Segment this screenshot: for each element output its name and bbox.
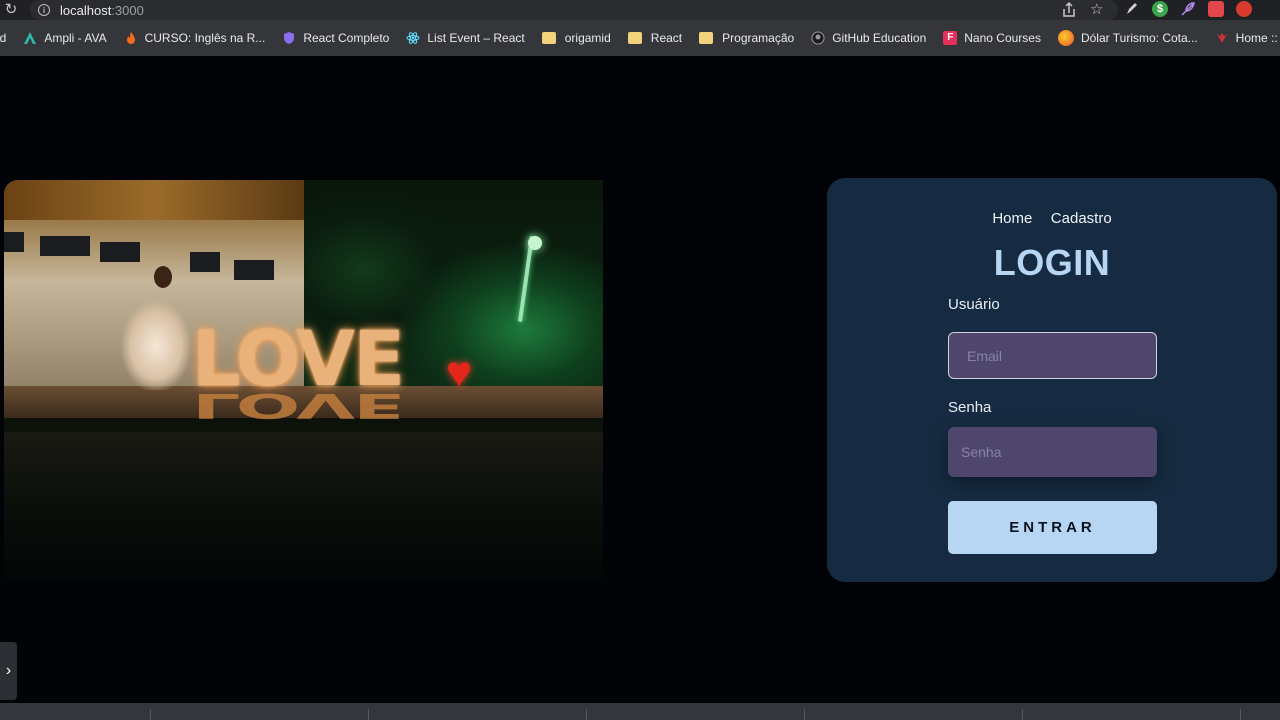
share-icon[interactable] xyxy=(1060,1,1078,19)
hero-bride-head xyxy=(154,266,172,288)
bookmark-item[interactable]: CURSO: Inglês na R... xyxy=(124,20,266,56)
bookmark-label: Ampli - AVA xyxy=(44,31,107,45)
bookmark-folder[interactable]: origamid xyxy=(541,20,611,56)
login-title: LOGIN xyxy=(993,242,1111,283)
divider xyxy=(1240,709,1241,720)
url-port: :3000 xyxy=(111,2,144,18)
shield-icon xyxy=(284,32,295,44)
divider xyxy=(368,709,369,720)
bookmark-label: Dólar Turismo: Cota... xyxy=(1080,31,1198,45)
hero-heart-sign: ♥ xyxy=(446,348,473,397)
puzzle-extension-icon[interactable] xyxy=(1208,1,1224,17)
bookmark-label: origamid xyxy=(564,31,611,45)
divider xyxy=(1022,709,1023,720)
page: LOVE LOVE ♥ Home Cadastro LOGIN Usuário … xyxy=(0,56,1280,703)
bookmark-item[interactable]: Dólar Turismo: Cota... xyxy=(1057,20,1198,56)
nav-cadastro-link[interactable]: Cadastro xyxy=(1051,210,1112,227)
hero-window xyxy=(4,232,24,252)
hero-lamp-bulb xyxy=(528,236,542,250)
flag-extension-icon[interactable] xyxy=(1236,1,1252,17)
email-input[interactable] xyxy=(948,332,1157,379)
nav-home-link[interactable]: Home xyxy=(992,210,1032,227)
chevron-right-icon[interactable]: › xyxy=(0,642,17,700)
f-logo-icon: F xyxy=(943,31,958,45)
bookmark-item[interactable]: List Event – React xyxy=(406,20,525,56)
divider xyxy=(150,709,151,720)
login-card: Home Cadastro LOGIN Usuário Senha ENTRAR xyxy=(827,178,1277,582)
feather-extension-icon[interactable] xyxy=(1180,1,1196,17)
hero-water-reflection xyxy=(4,432,603,580)
bookmarks-bar: id Ampli - AVA CURSO: Inglês na R... Rea… xyxy=(0,20,1280,56)
react-icon xyxy=(406,32,420,44)
url-host: localhost xyxy=(60,2,112,18)
hero-window xyxy=(40,236,90,256)
dollar-extension-icon[interactable]: $ xyxy=(1152,1,1168,17)
bookmark-label: List Event – React xyxy=(427,31,525,45)
hero-image: LOVE LOVE ♥ xyxy=(4,180,603,580)
pen-extension-icon[interactable] xyxy=(1124,1,1140,17)
bookmark-label: React Completo xyxy=(303,31,390,45)
divider xyxy=(804,709,805,720)
folder-icon xyxy=(699,32,714,44)
url-field[interactable]: i localhost:3000 xyxy=(30,0,1118,20)
bookmark-folder[interactable]: React xyxy=(627,20,683,56)
github-icon xyxy=(811,31,825,45)
bookmark-label: Home :: BJ-Share ::... xyxy=(1235,31,1280,45)
divider xyxy=(586,709,587,720)
flame-icon xyxy=(126,32,135,44)
folder-icon xyxy=(541,32,556,44)
top-nav: Home Cadastro xyxy=(827,210,1277,228)
folder-icon xyxy=(627,32,642,44)
bottom-strip xyxy=(0,703,1280,720)
bookmark-item[interactable]: id xyxy=(0,20,6,56)
user-label: Usuário xyxy=(948,296,1000,313)
bookmark-label: CURSO: Inglês na R... xyxy=(144,31,266,45)
bookmark-label: React xyxy=(650,31,683,45)
bookmark-label: Programação xyxy=(722,31,795,45)
browser-address-bar: ↻ i localhost:3000 ☆ $ xyxy=(0,0,1280,20)
bookmark-star-icon[interactable]: ☆ xyxy=(1090,0,1103,18)
password-input[interactable] xyxy=(948,427,1157,477)
bookmark-label: id xyxy=(0,31,7,45)
ampli-icon xyxy=(24,32,37,44)
hero-love-reflection: LOVE xyxy=(192,385,404,426)
bookmark-item[interactable]: Home :: BJ-Share ::... xyxy=(1215,20,1280,56)
coin-icon xyxy=(1057,30,1074,46)
bookmark-folder[interactable]: Programação xyxy=(699,20,794,56)
hero-window xyxy=(234,260,274,280)
reload-icon[interactable]: ↻ xyxy=(2,1,20,19)
extensions-bar: $ xyxy=(1124,1,1252,17)
hero-window xyxy=(100,242,140,262)
hero-roof xyxy=(4,180,304,220)
submit-button[interactable]: ENTRAR xyxy=(948,501,1157,554)
info-icon[interactable]: i xyxy=(38,4,50,16)
bj-share-icon xyxy=(1216,33,1227,43)
bookmark-item[interactable]: Ampli - AVA xyxy=(23,20,107,56)
bookmark-label: Nano Courses xyxy=(964,31,1041,45)
password-label: Senha xyxy=(948,399,992,416)
bookmark-item[interactable]: React Completo xyxy=(282,20,389,56)
bookmark-item[interactable]: F Nano Courses xyxy=(943,20,1041,56)
bookmark-label: GitHub Education xyxy=(832,31,927,45)
bookmark-item[interactable]: GitHub Education xyxy=(811,20,926,56)
